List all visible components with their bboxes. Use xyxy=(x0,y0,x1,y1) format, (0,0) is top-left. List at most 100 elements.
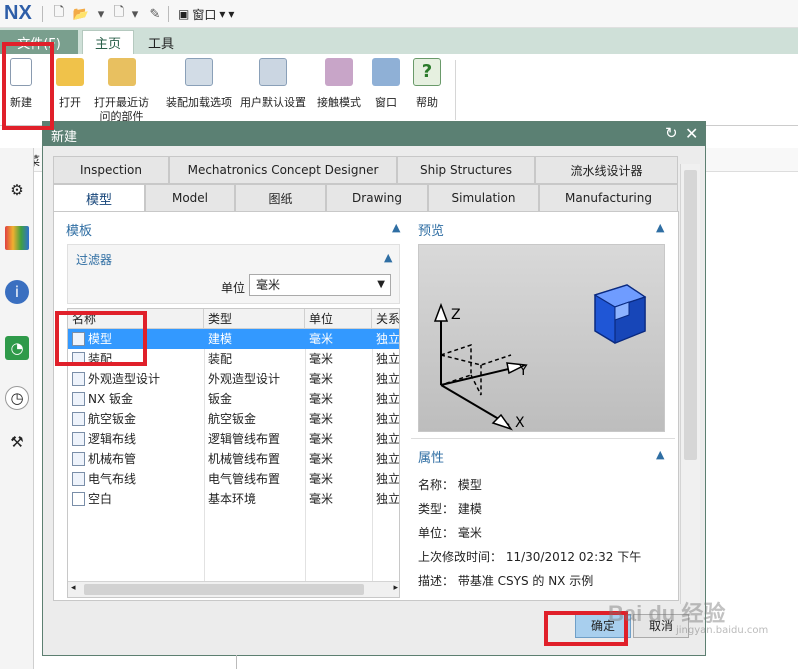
web-browser-icon[interactable]: i xyxy=(5,280,29,304)
tab-inspection[interactable]: Inspection xyxy=(53,156,169,184)
row-type: 机械管线布置 xyxy=(208,452,281,466)
ribbon-tab-bar: 文件(F) 主页 工具 xyxy=(0,28,798,54)
open-folder-icon[interactable]: 📂 xyxy=(72,5,90,23)
history-palette-icon[interactable]: ◔ xyxy=(5,336,29,360)
new-button[interactable]: 新建 xyxy=(10,58,32,110)
collapse-icon[interactable]: ▲ xyxy=(384,251,392,264)
csys-preview-graphic: Z Y X xyxy=(433,284,647,431)
row-type: 装配 xyxy=(208,352,233,366)
row-unit: 毫米 xyxy=(309,392,334,406)
column-header-name[interactable]: 名称 xyxy=(68,309,204,329)
row-type: 航空钣金 xyxy=(208,412,257,426)
tab-line-designer[interactable]: 流水线设计器 xyxy=(535,156,678,184)
assembly-load-icon xyxy=(185,58,213,86)
row-name: 模型 xyxy=(88,332,113,346)
tab-file[interactable]: 文件(F) xyxy=(0,30,78,54)
tab-manufacturing[interactable]: Manufacturing xyxy=(539,184,678,212)
tab-drawing-cn[interactable]: 图纸 xyxy=(235,184,326,212)
assembly-load-options-button[interactable]: 装配加载选项 xyxy=(166,58,232,110)
row-type: 电气管线布置 xyxy=(208,472,281,486)
column-header-unit[interactable]: 单位 xyxy=(305,309,372,329)
electrical-routing-template-icon xyxy=(72,472,85,486)
touch-mode-label: 接触模式 xyxy=(317,96,361,109)
open-button[interactable]: 打开 xyxy=(56,58,84,110)
window-icon: ▣ xyxy=(178,7,190,21)
user-defaults-button[interactable]: 用户默认设置 xyxy=(240,58,306,110)
row-name: 装配 xyxy=(88,352,113,366)
tab-content: 模板 ▲ 过滤器 ▲ 单位 毫米 ▼ 名称 类型 单位 关系 模型 建模 毫米 … xyxy=(53,211,679,601)
row-type: 外观造型设计 xyxy=(208,372,281,386)
chevron-down-icon[interactable]: ▾ xyxy=(126,5,144,23)
row-unit: 毫米 xyxy=(309,372,334,386)
scroll-left-icon[interactable]: ◂ xyxy=(71,583,76,593)
reset-icon[interactable]: ↻ xyxy=(665,124,678,142)
tab-simulation[interactable]: Simulation xyxy=(428,184,539,212)
horizontal-scrollbar[interactable]: ◂ ▸ xyxy=(68,581,399,597)
tab-model[interactable]: Model xyxy=(145,184,235,212)
row-type: 建模 xyxy=(208,332,233,346)
collapse-icon[interactable]: ▲ xyxy=(656,221,664,234)
collapse-icon[interactable]: ▲ xyxy=(656,448,664,461)
new-file-icon[interactable]: 🗋 xyxy=(50,5,68,23)
table-row[interactable]: 航空钣金 航空钣金 毫米 独立 xyxy=(68,409,399,429)
watermark: Bai du 经验 xyxy=(608,601,726,626)
x-axis-label: X xyxy=(515,415,525,431)
window-menu[interactable]: ▣ 窗口 ▾ ▾ xyxy=(178,5,234,23)
tab-row-2: 模型 Model 图纸 Drawing Simulation Manufactu… xyxy=(53,184,678,212)
unit-label: 单位 xyxy=(221,281,246,295)
close-icon[interactable]: ✕ xyxy=(685,124,698,143)
column-header-type[interactable]: 类型 xyxy=(204,309,305,329)
tab-tools[interactable]: 工具 xyxy=(138,30,184,54)
clock-icon[interactable]: ◷ xyxy=(5,386,29,410)
tab-drawing[interactable]: Drawing xyxy=(326,184,428,212)
unit-select[interactable]: 毫米 ▼ xyxy=(249,274,391,296)
table-header: 名称 类型 单位 关系 xyxy=(68,309,399,329)
row-unit: 毫米 xyxy=(309,332,334,346)
table-row[interactable]: 逻辑布线 逻辑管线布置 毫米 独立 xyxy=(68,429,399,449)
brush-icon[interactable]: ✎ xyxy=(146,5,164,23)
tab-mechatronics[interactable]: Mechatronics Concept Designer xyxy=(169,156,397,184)
tab-model-cn[interactable]: 模型 xyxy=(53,184,145,212)
part-navigator-icon[interactable] xyxy=(5,226,29,250)
table-row[interactable]: 模型 建模 毫米 独立 xyxy=(68,329,400,349)
property-type: 类型： 建模 xyxy=(418,502,482,516)
row-unit: 毫米 xyxy=(309,472,334,486)
tab-ship-structures[interactable]: Ship Structures xyxy=(397,156,535,184)
template-header: 模板 xyxy=(66,224,93,239)
window-button[interactable]: 窗口 xyxy=(372,58,400,110)
table-row[interactable]: 外观造型设计 外观造型设计 毫米 独立 xyxy=(68,369,400,389)
table-row[interactable]: 机械布管 机械管线布置 毫米 独立 xyxy=(68,449,399,469)
gear-icon[interactable]: ⚙ xyxy=(5,178,29,202)
collapse-icon[interactable]: ▲ xyxy=(392,221,400,234)
row-relation: 独立 xyxy=(376,372,400,386)
table-row[interactable]: NX 钣金 钣金 毫米 独立 xyxy=(68,389,399,409)
filter-label: 过滤器 xyxy=(76,253,113,267)
table-row[interactable]: 空白 基本环境 毫米 独立 xyxy=(68,489,399,509)
column-header-relation[interactable]: 关系 xyxy=(372,309,399,329)
scrollbar-thumb[interactable] xyxy=(684,170,697,460)
open-recent-button[interactable]: 打开最近访 问的部件 xyxy=(94,58,149,124)
help-button[interactable]: ? 帮助 xyxy=(413,58,441,110)
row-type: 钣金 xyxy=(208,392,233,406)
row-relation: 独立 xyxy=(376,332,400,346)
row-relation: 独立 xyxy=(376,352,400,366)
tab-home[interactable]: 主页 xyxy=(82,30,134,54)
table-row[interactable]: 装配 装配 毫米 独立 xyxy=(68,349,400,369)
row-unit: 毫米 xyxy=(309,352,334,366)
row-type: 逻辑管线布置 xyxy=(208,432,281,446)
row-type: 基本环境 xyxy=(208,492,257,506)
row-name: 外观造型设计 xyxy=(88,372,161,386)
property-modified: 上次修改时间： 11/30/2012 02:32 下午 xyxy=(418,550,642,564)
touch-mode-button[interactable]: 接触模式 xyxy=(317,58,361,110)
scrollbar-thumb[interactable] xyxy=(84,584,364,595)
scroll-right-icon[interactable]: ▸ xyxy=(393,583,398,593)
roles-icon[interactable]: ⚒ xyxy=(5,430,29,454)
filter-group: 过滤器 ▲ 单位 毫米 ▼ xyxy=(67,244,400,304)
row-name: 电气布线 xyxy=(88,472,137,486)
table-row[interactable]: 电气布线 电气管线布置 毫米 独立 xyxy=(68,469,399,489)
vertical-scrollbar[interactable] xyxy=(680,164,700,604)
property-unit: 单位： 毫米 xyxy=(418,526,482,540)
save-icon[interactable]: ▾ xyxy=(92,5,110,23)
preview-image: Z Y X xyxy=(418,244,665,432)
recent-folder-icon xyxy=(107,58,136,86)
